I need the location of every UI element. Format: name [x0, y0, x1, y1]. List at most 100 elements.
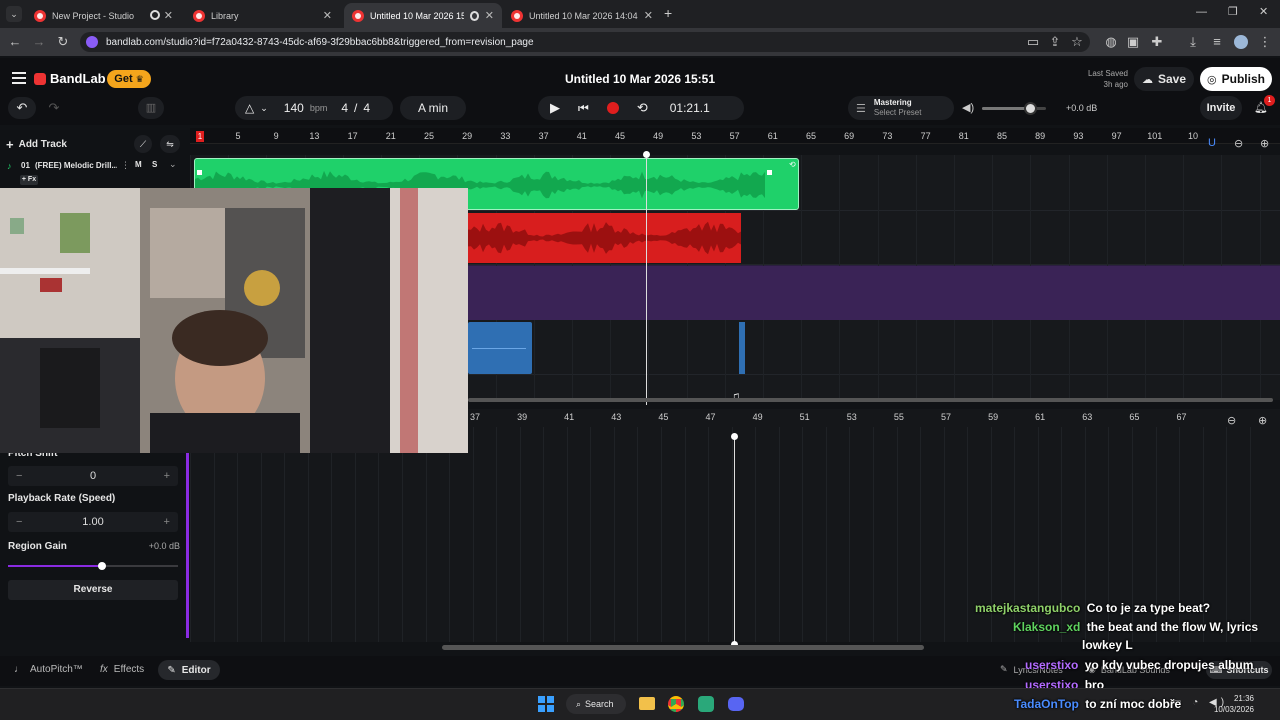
- metronome-icon[interactable]: △: [245, 101, 254, 115]
- maximize-window-icon[interactable]: ❐: [1228, 5, 1238, 18]
- back-icon[interactable]: ←: [8, 35, 22, 49]
- editor-zoom-out-icon[interactable]: ⊖: [1227, 414, 1236, 427]
- save-button[interactable]: ☁ Save: [1134, 67, 1194, 91]
- increment-icon[interactable]: +: [164, 516, 170, 528]
- increment-icon[interactable]: +: [164, 470, 170, 482]
- time-signature-denominator[interactable]: 4: [363, 101, 370, 115]
- snap-magnet-icon[interactable]: U: [1208, 137, 1216, 149]
- time-signature-numerator[interactable]: 4: [341, 101, 348, 115]
- master-volume-knob[interactable]: [1024, 102, 1037, 115]
- chrome-icon[interactable]: [668, 696, 684, 712]
- decrement-icon[interactable]: −: [16, 516, 22, 528]
- get-membership-button[interactable]: Get ♛: [107, 70, 151, 88]
- extension-icon[interactable]: ▣: [1126, 35, 1140, 49]
- share-icon[interactable]: ⇪: [1048, 35, 1062, 49]
- windows-start-icon[interactable]: [538, 696, 554, 712]
- redo-icon[interactable]: ↷: [40, 97, 68, 119]
- publish-button[interactable]: ◎ Publish: [1200, 67, 1272, 91]
- puzzle-icon[interactable]: ✚: [1150, 35, 1164, 49]
- site-info-icon[interactable]: [86, 36, 98, 48]
- browser-tab[interactable]: Untitled 10 Mar 2026 14:04 by ✕: [503, 3, 661, 28]
- taskbar-search-button[interactable]: ⌕ Search: [566, 694, 626, 714]
- bookmark-star-icon[interactable]: ☆: [1070, 35, 1084, 49]
- horizontal-scrollbar-editor[interactable]: [442, 645, 924, 650]
- project-title[interactable]: Untitled 10 Mar 2026 15:51: [520, 72, 760, 86]
- minimize-window-icon[interactable]: —: [1196, 6, 1207, 18]
- playhead-line[interactable]: [646, 153, 647, 405]
- add-fx-button[interactable]: + Fx: [20, 175, 38, 185]
- loop-icon[interactable]: ⟲: [637, 100, 648, 116]
- new-tab-icon[interactable]: +: [664, 5, 672, 21]
- editor-playhead-line[interactable]: [734, 436, 735, 644]
- tab-effects[interactable]: fx Effects: [100, 664, 144, 675]
- tab-autopitch[interactable]: ♩ AutoPitch™: [14, 664, 83, 675]
- key-selector[interactable]: A min: [400, 96, 466, 120]
- browser-tab-active[interactable]: Untitled 10 Mar 2026 15:51 ✕: [344, 3, 502, 28]
- playback-rate-stepper[interactable]: − 1.00 +: [8, 512, 178, 532]
- zoom-in-icon[interactable]: ⊕: [1260, 137, 1269, 150]
- tab-search-icon[interactable]: ⌄: [6, 6, 22, 22]
- speaker-mute-icon[interactable]: ◀): [962, 101, 974, 114]
- zoom-out-icon[interactable]: ⊖: [1234, 137, 1243, 150]
- timeline-ruler[interactable]: 5 9 13 17 21 25 29 33 37 41 45 49 53 57 61 65 69 73 77 81 85…: [190, 128, 1280, 144]
- reload-icon[interactable]: ↻: [56, 35, 70, 49]
- mastering-selector[interactable]: ☰ Mastering Select Preset: [848, 96, 954, 120]
- play-icon[interactable]: ▶: [550, 100, 560, 116]
- track-settings-icon[interactable]: ⇋: [160, 135, 180, 153]
- decrement-icon[interactable]: −: [16, 470, 22, 482]
- cast-icon[interactable]: ▭: [1026, 35, 1040, 49]
- address-bar[interactable]: bandlab.com/studio?id=f72a0432-8743-45dc…: [80, 32, 1090, 52]
- forward-icon[interactable]: →: [32, 35, 46, 49]
- track-name[interactable]: (FREE) Melodic Drill...: [35, 161, 117, 170]
- mute-button[interactable]: M: [135, 160, 142, 169]
- skip-to-start-icon[interactable]: ⏮: [578, 101, 589, 116]
- extension-icon[interactable]: ◍: [1104, 35, 1118, 49]
- track-options-icon[interactable]: ⋮: [121, 160, 130, 171]
- close-window-icon[interactable]: ✕: [1259, 5, 1268, 18]
- editor-zoom-in-icon[interactable]: ⊕: [1258, 414, 1267, 427]
- automation-icon[interactable]: ⟋: [134, 135, 152, 153]
- close-tab-icon[interactable]: ✕: [479, 9, 494, 22]
- playback-rate-value[interactable]: 1.00: [82, 516, 103, 528]
- tempo-value[interactable]: 140: [284, 101, 304, 115]
- invite-button[interactable]: Invite: [1200, 96, 1242, 120]
- solo-button[interactable]: S: [152, 160, 157, 169]
- close-tab-icon[interactable]: ✕: [638, 9, 653, 22]
- region-gain-slider[interactable]: [8, 562, 178, 570]
- pitch-shift-value[interactable]: 0: [90, 470, 96, 482]
- horizontal-scrollbar-top[interactable]: [468, 398, 1273, 402]
- region-gain-knob[interactable]: [97, 562, 106, 570]
- discord-icon[interactable]: [728, 697, 744, 711]
- audio-region-track-4[interactable]: [468, 322, 532, 374]
- download-icon[interactable]: ⤓: [1186, 35, 1200, 49]
- browser-tab[interactable]: Library ✕: [185, 3, 340, 28]
- close-tab-icon[interactable]: ✕: [158, 9, 173, 22]
- audio-region-track-2[interactable]: [468, 213, 741, 263]
- file-explorer-icon[interactable]: [639, 697, 655, 710]
- browser-tab[interactable]: New Project - Studio ✕: [26, 3, 181, 28]
- region-loop-icon[interactable]: ⟲: [789, 160, 796, 169]
- bandlab-logo[interactable]: BandLab: [34, 71, 106, 86]
- audio-region-track-4b[interactable]: [739, 322, 745, 374]
- midi-region-track-3[interactable]: [468, 266, 1280, 320]
- reading-list-icon[interactable]: ≡: [1210, 35, 1224, 49]
- grid-view-icon[interactable]: ▥: [138, 97, 164, 119]
- master-volume-slider[interactable]: [982, 102, 1046, 115]
- add-track-button[interactable]: + Add Track: [6, 135, 78, 153]
- profile-avatar[interactable]: [1234, 35, 1248, 49]
- track-expand-icon[interactable]: ⌄: [169, 159, 177, 170]
- playhead-start-marker[interactable]: 1: [196, 131, 204, 142]
- tab-editor[interactable]: ✎ Editor: [158, 660, 220, 680]
- metronome-dropdown-icon[interactable]: ⌄: [260, 103, 268, 114]
- undo-icon[interactable]: ↶: [8, 97, 36, 119]
- region-trim-handle[interactable]: [197, 170, 202, 175]
- hamburger-menu-icon[interactable]: [12, 72, 26, 84]
- reverse-button[interactable]: Reverse: [8, 580, 178, 600]
- close-tab-icon[interactable]: ✕: [317, 9, 332, 22]
- record-button[interactable]: [606, 102, 619, 114]
- editor-playhead-handle[interactable]: [731, 433, 738, 440]
- xbox-app-icon[interactable]: [698, 696, 714, 712]
- editor-ruler[interactable]: 37 39 41 43 45 47 49 51 53 55 57 59 61 63 65 67: [468, 409, 1280, 427]
- pitch-shift-stepper[interactable]: − 0 +: [8, 466, 178, 486]
- region-trim-handle[interactable]: [767, 170, 772, 175]
